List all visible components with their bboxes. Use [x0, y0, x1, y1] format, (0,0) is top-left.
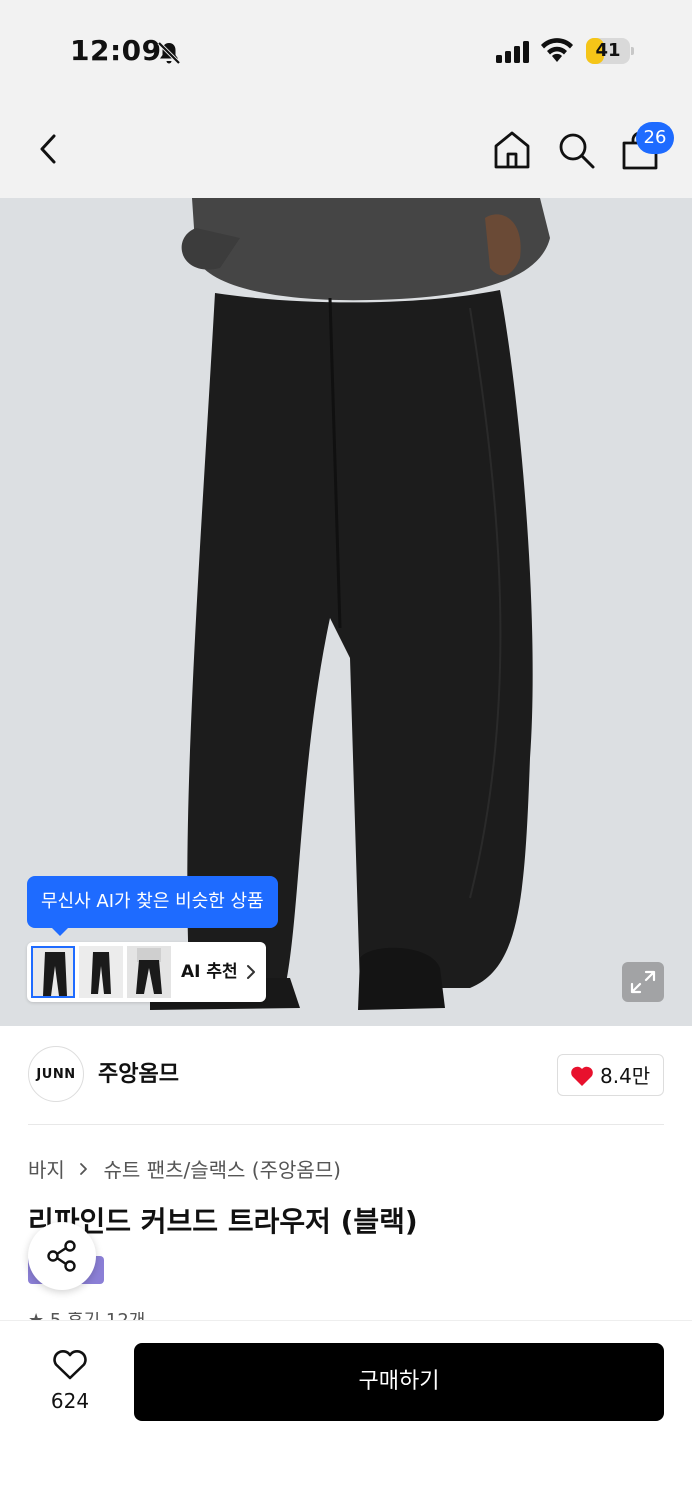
status-bar: 12:09 41 — [0, 0, 692, 100]
brand-like-button[interactable]: 8.4만 — [557, 1054, 664, 1096]
expand-image-button[interactable] — [622, 962, 664, 1002]
cellular-signal-icon — [496, 41, 529, 63]
divider — [28, 1124, 664, 1125]
breadcrumb-level1[interactable]: 바지 — [28, 1154, 65, 1183]
brand-name[interactable]: 주앙옴므 — [98, 1056, 179, 1088]
share-icon — [47, 1240, 76, 1272]
heart-filled-icon — [571, 1066, 593, 1086]
brand-logo[interactable]: JUNN — [28, 1046, 84, 1102]
top-nav-bar — [0, 100, 692, 198]
battery-percent: 41 — [595, 40, 621, 61]
breadcrumb-level2[interactable]: 슈트 팬츠/슬랙스 (주앙옴므) — [104, 1154, 341, 1183]
expand-icon — [630, 970, 656, 994]
buy-button[interactable]: 구매하기 — [134, 1343, 664, 1421]
status-time: 12:09 — [70, 34, 162, 67]
tooltip-tail — [52, 928, 68, 936]
breadcrumb: 바지 슈트 팬츠/슬랙스 (주앙옴므) — [28, 1154, 341, 1183]
battery-indicator: 41 — [586, 38, 634, 64]
ai-similar-tooltip[interactable]: 무신사 AI가 찾은 비슷한 상품 — [27, 876, 278, 928]
ai-recommend-strip[interactable]: AI 추천 — [27, 942, 266, 1002]
chevron-right-icon — [80, 1162, 88, 1175]
search-icon[interactable] — [554, 128, 598, 172]
cart-count-badge: 26 — [636, 122, 674, 154]
brand-row: JUNN 주앙옴므 8.4만 — [0, 1026, 692, 1126]
heart-outline-icon — [53, 1350, 87, 1380]
wishlist-count: 624 — [50, 1389, 90, 1413]
share-button[interactable] — [28, 1222, 96, 1290]
wifi-icon — [541, 38, 573, 62]
back-chevron-icon[interactable] — [30, 126, 70, 172]
bottom-action-bar: 624 구매하기 — [0, 1320, 692, 1500]
ai-thumbnail[interactable] — [79, 946, 123, 998]
ai-thumbnail[interactable] — [31, 946, 75, 998]
chevron-right-icon — [247, 965, 255, 979]
home-icon[interactable] — [490, 128, 534, 172]
ai-recommend-label: AI 추천 — [181, 962, 238, 982]
ai-thumbnail[interactable] — [127, 946, 171, 998]
wishlist-button[interactable]: 624 — [30, 1345, 110, 1425]
bell-off-icon — [157, 41, 181, 65]
brand-like-count: 8.4만 — [600, 1064, 651, 1088]
